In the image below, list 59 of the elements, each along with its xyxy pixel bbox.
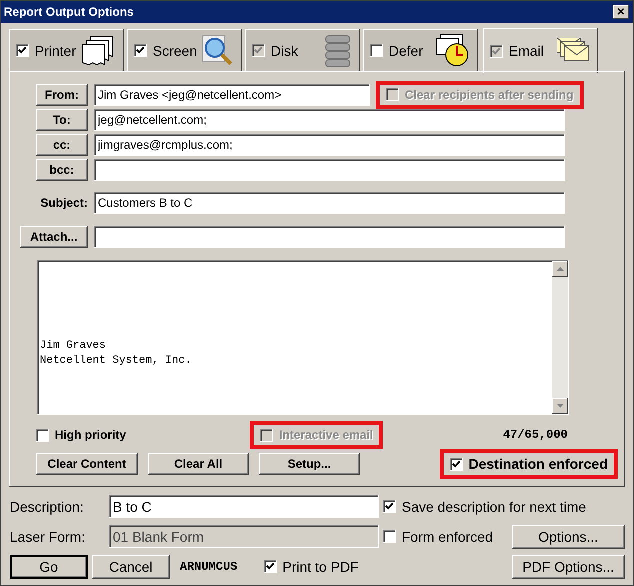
down-arrow-icon <box>556 404 564 408</box>
description-field[interactable]: B to C <box>109 495 379 518</box>
tab[interactable]: Printer <box>9 29 124 71</box>
tab-label: Disk <box>271 42 298 58</box>
tab[interactable]: Defer <box>363 29 478 71</box>
message-line: Jim Graves <box>40 339 108 354</box>
action-button[interactable]: Cancel <box>92 554 170 578</box>
pdf-options-button[interactable]: PDF Options... <box>512 554 625 578</box>
panel-button[interactable]: Setup... <box>259 453 360 475</box>
checkbox[interactable] <box>134 44 147 57</box>
checkmark-icon <box>492 46 501 56</box>
checkbox[interactable]: Print to PDF <box>264 558 359 574</box>
panel-button[interactable]: Clear All <box>148 453 249 475</box>
address-field[interactable]: Jim Graves <jeg@netcellent.com> <box>94 84 370 106</box>
address-button[interactable]: From: <box>36 84 88 106</box>
checkbox[interactable]: Form enforced <box>383 528 494 544</box>
checkbox[interactable]: High priority <box>36 428 126 442</box>
checkmark-icon <box>254 46 263 55</box>
checkbox[interactable] <box>370 44 383 57</box>
action-button[interactable]: Go <box>10 554 88 578</box>
checkbox[interactable] <box>16 44 29 57</box>
checkbox[interactable]: Destination enforced <box>440 449 618 479</box>
checkbox[interactable]: Save description for next time <box>383 498 586 514</box>
window-title: Report Output Options <box>4 5 134 19</box>
address-field[interactable] <box>94 158 565 180</box>
message-body[interactable]: Jim Graves Netcellent System, Inc. <box>37 260 569 415</box>
checkmark-icon <box>18 46 27 55</box>
description-label: Description: <box>10 498 85 514</box>
options-button[interactable]: Options... <box>512 524 625 548</box>
checkmark-icon <box>266 562 275 571</box>
report-code: ARNUMCUS <box>180 560 238 574</box>
magnifier-icon <box>201 34 235 68</box>
tab-label: Email <box>509 43 544 59</box>
address-button[interactable]: cc: <box>36 134 88 156</box>
laser-form-label: Laser Form: <box>10 528 86 544</box>
tab-label: Screen <box>153 42 198 58</box>
address-field[interactable]: jeg@netcellent.com; <box>94 108 565 130</box>
attach-button[interactable]: Attach... <box>20 226 88 248</box>
tab-label: Defer <box>389 42 424 58</box>
close-button[interactable]: × <box>613 5 629 19</box>
character-counter: 47/65,000 <box>503 428 568 442</box>
up-arrow-icon <box>556 267 564 271</box>
database-icon <box>323 34 353 68</box>
tab-label: Printer <box>35 42 76 58</box>
tab[interactable]: Screen <box>127 29 242 71</box>
address-field[interactable]: jimgraves@rcmplus.com; <box>94 134 565 156</box>
checkmark-icon <box>452 460 461 468</box>
address-button[interactable]: bcc: <box>36 158 88 180</box>
envelope-icon <box>557 38 591 64</box>
panel-button[interactable]: Clear Content <box>36 453 138 475</box>
checkmark-icon <box>385 502 394 511</box>
subject-label: Subject: <box>40 196 88 210</box>
attach-field[interactable] <box>94 226 565 248</box>
clock-icon <box>435 34 471 68</box>
checkmark-icon <box>136 46 145 55</box>
scrollbar[interactable] <box>552 261 568 414</box>
address-button[interactable]: To: <box>36 108 88 130</box>
subject-field[interactable]: Customers B to C <box>94 192 565 214</box>
message-line: Netcellent System, Inc. <box>40 354 193 369</box>
